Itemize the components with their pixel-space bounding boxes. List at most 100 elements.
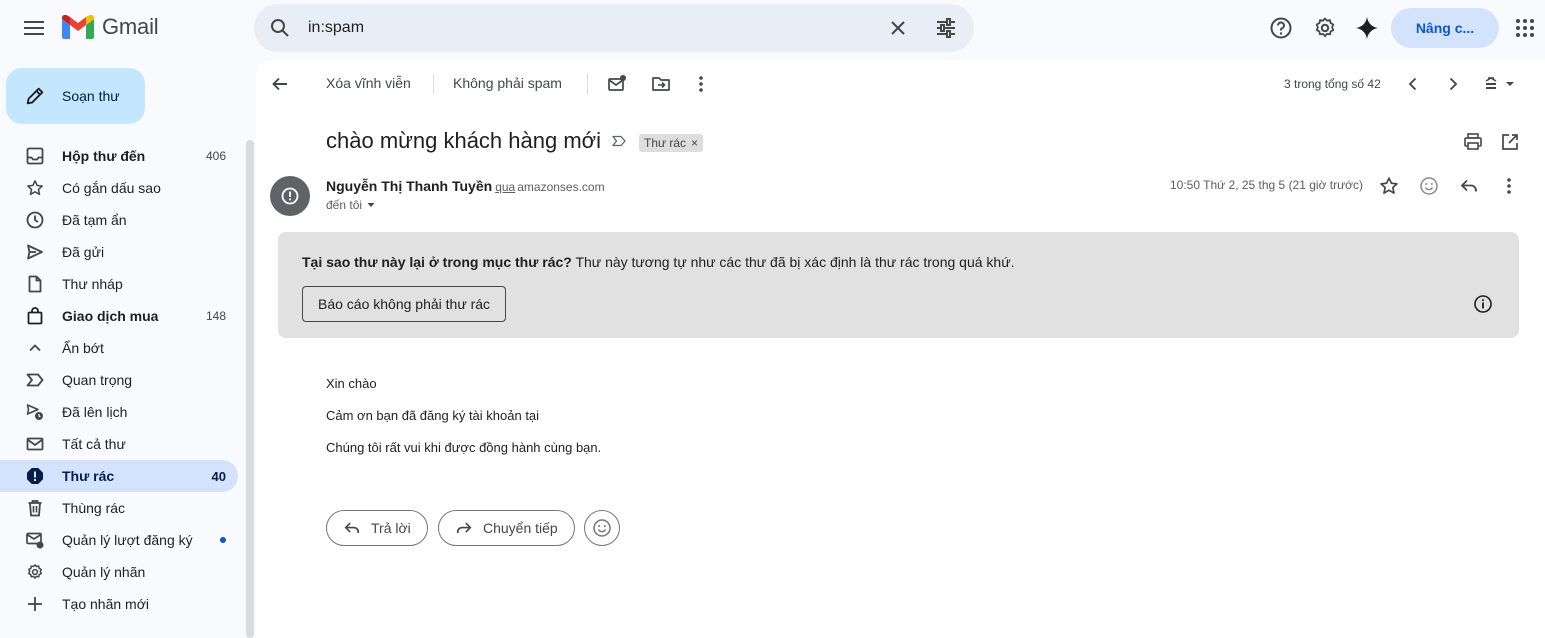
toolbar-divider — [433, 74, 434, 94]
mark-unread-icon[interactable] — [605, 72, 629, 96]
clock-icon — [26, 211, 44, 229]
body-line: Xin chào — [326, 376, 377, 391]
send-icon — [26, 243, 44, 261]
sidebar-item-label: Ẩn bớt — [62, 340, 104, 356]
message-toolbar: Xóa vĩnh viễn Không phải spam 3 trong tổ… — [256, 60, 1545, 108]
sidebar-item-label: Hộp thư đến — [62, 148, 146, 164]
input-tools-icon[interactable] — [1480, 72, 1520, 96]
pencil-icon — [26, 87, 44, 105]
sender-avatar[interactable] — [270, 176, 310, 216]
sidebar-item-purchases[interactable]: Giao dịch mua 148 — [0, 300, 238, 332]
star-toggle-icon[interactable] — [1377, 174, 1401, 198]
subscriptions-icon — [26, 531, 44, 549]
sidebar-item-label: Thư nháp — [62, 276, 123, 292]
new-indicator-dot — [220, 537, 226, 543]
sidebar-item-important[interactable]: Quan trọng — [0, 364, 238, 396]
reply-arrow-icon — [344, 522, 360, 533]
apps-grid-icon[interactable] — [1511, 14, 1539, 42]
label-chip-text: Thư rác — [644, 136, 687, 150]
sidebar-item-label: Đã lên lịch — [62, 404, 128, 420]
gmail-m-icon — [62, 15, 94, 39]
body-line: Cảm ơn bạn đã đăng ký tài khoản tại — [326, 408, 540, 423]
sidebar-item-label: Đã tạm ẩn — [62, 212, 127, 228]
sidebar-item-all-mail[interactable]: Tất cả thư — [0, 428, 238, 460]
message-view: Xóa vĩnh viễn Không phải spam 3 trong tổ… — [256, 60, 1545, 638]
via-domain: amazonses.com — [517, 180, 605, 194]
newer-chevron-left-icon[interactable] — [1401, 72, 1425, 96]
remove-label-icon[interactable]: × — [691, 136, 698, 150]
sidebar-item-create-label[interactable]: Tạo nhãn mới — [0, 588, 238, 620]
details-caret-icon[interactable] — [366, 200, 376, 210]
more-vertical-icon[interactable] — [689, 72, 713, 96]
sidebar-item-label: Thùng rác — [62, 500, 126, 516]
not-spam-button[interactable]: Không phải spam — [453, 75, 562, 91]
reply-icon[interactable] — [1457, 174, 1481, 198]
reply-button[interactable]: Trả lời — [326, 510, 428, 546]
sidebar-item-label: Có gắn dấu sao — [62, 180, 161, 196]
recipient-line[interactable]: đến tôi — [326, 198, 376, 212]
delete-forever-button[interactable]: Xóa vĩnh viễn — [326, 75, 411, 91]
gmail-logo[interactable]: Gmail — [62, 14, 159, 40]
sidebar-item-label: Thư rác — [62, 468, 115, 484]
sidebar-item-starred[interactable]: Có gắn dấu sao — [0, 172, 238, 204]
main-menu-icon[interactable] — [14, 8, 54, 48]
info-icon[interactable] — [1473, 294, 1493, 314]
scheduled-send-icon — [26, 403, 44, 421]
report-not-spam-button[interactable]: Báo cáo không phải thư rác — [302, 286, 507, 322]
sidebar-item-sent[interactable]: Đã gửi — [0, 236, 238, 268]
older-chevron-right-icon[interactable] — [1441, 72, 1465, 96]
compose-label: Soạn thư — [62, 88, 120, 104]
search-input[interactable] — [308, 16, 828, 40]
smiley-icon — [593, 519, 611, 537]
spam-icon — [26, 467, 44, 485]
spam-question: Tại sao thư này lại ở trong mục thư rác? — [302, 254, 572, 270]
draft-icon — [26, 275, 44, 293]
search-options-icon[interactable] — [934, 16, 958, 40]
forward-arrow-icon — [456, 522, 472, 533]
gemini-sparkle-icon[interactable] — [1353, 14, 1381, 42]
star-icon — [26, 179, 44, 197]
sidebar-item-less[interactable]: Ẩn bớt — [0, 332, 238, 364]
sidebar-scrollbar[interactable] — [246, 140, 254, 638]
sidebar-item-inbox[interactable]: Hộp thư đến 406 — [0, 140, 238, 172]
important-marker-icon[interactable] — [612, 134, 626, 148]
sidebar-item-label: Quan trọng — [62, 372, 133, 388]
settings-gear-icon[interactable] — [1311, 14, 1339, 42]
warning-circle-icon — [281, 187, 299, 205]
sender-name[interactable]: Nguyễn Thị Thanh Tuyền — [326, 178, 492, 194]
top-header: Gmail Nâng c... — [0, 0, 1545, 56]
important-icon — [26, 371, 44, 389]
back-arrow-icon[interactable] — [268, 72, 292, 96]
search-icon[interactable] — [268, 16, 292, 40]
search-bar[interactable] — [254, 4, 974, 52]
sidebar-item-label: Giao dịch mua — [62, 308, 159, 324]
settings-icon — [26, 563, 44, 581]
open-new-window-icon[interactable] — [1498, 130, 1522, 154]
sidebar-item-manage-labels[interactable]: Quản lý nhãn — [0, 556, 238, 588]
upgrade-button[interactable]: Nâng c... — [1391, 8, 1499, 48]
sidebar-item-spam[interactable]: Thư rác 40 — [0, 460, 238, 492]
sender-line: Nguyễn Thị Thanh Tuyền qua amazonses.com — [326, 178, 605, 194]
inbox-icon — [26, 147, 44, 165]
forward-button[interactable]: Chuyển tiếp — [438, 510, 575, 546]
spam-warning-text: Tại sao thư này lại ở trong mục thư rác?… — [302, 254, 1014, 270]
message-more-icon[interactable] — [1497, 174, 1521, 198]
app-name: Gmail — [102, 14, 159, 39]
via-link[interactable]: qua — [495, 180, 515, 194]
chevron-up-icon — [26, 339, 44, 357]
clear-search-icon[interactable] — [886, 16, 910, 40]
sidebar-item-scheduled[interactable]: Đã lên lịch — [0, 396, 238, 428]
sidebar-item-snoozed[interactable]: Đã tạm ẩn — [0, 204, 238, 236]
sidebar-item-subscriptions[interactable]: Quản lý lượt đăng ký — [0, 524, 238, 556]
move-to-icon[interactable] — [649, 72, 673, 96]
plus-icon — [26, 595, 44, 613]
emoji-reaction-icon[interactable] — [1417, 174, 1441, 198]
spam-warning-banner: Tại sao thư này lại ở trong mục thư rác?… — [278, 232, 1519, 338]
sidebar-item-trash[interactable]: Thùng rác — [0, 492, 238, 524]
help-icon[interactable] — [1267, 14, 1295, 42]
compose-button[interactable]: Soạn thư — [6, 68, 145, 124]
sidebar-item-drafts[interactable]: Thư nháp — [0, 268, 238, 300]
toolbar-divider — [587, 74, 588, 94]
add-reaction-button[interactable] — [584, 510, 620, 546]
print-icon[interactable] — [1461, 130, 1485, 154]
